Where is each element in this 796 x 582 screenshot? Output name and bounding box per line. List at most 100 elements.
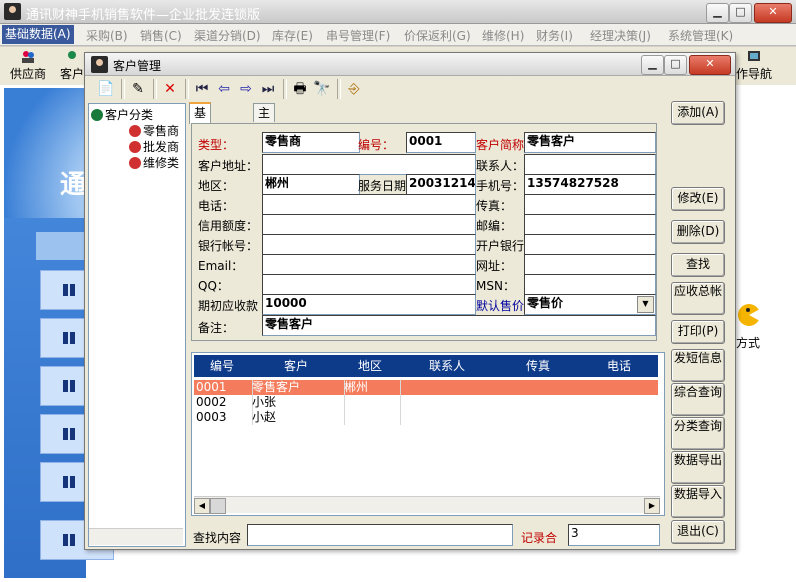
default-price-select[interactable]: 零售价 ▼ bbox=[524, 294, 656, 315]
email-label: Email： bbox=[198, 259, 244, 273]
column-header[interactable]: 传真 bbox=[496, 355, 581, 377]
menu-repair[interactable]: 维修(H) bbox=[482, 27, 524, 44]
mobile-field[interactable]: 13574827528 bbox=[524, 174, 656, 195]
column-header[interactable]: 联系人 bbox=[398, 355, 497, 377]
menu-inventory[interactable]: 库存(E) bbox=[272, 27, 313, 44]
website-field[interactable] bbox=[524, 254, 656, 275]
data-import-button[interactable]: 数据导入 bbox=[671, 485, 725, 518]
dialog-minimize-button[interactable]: ▁ bbox=[641, 55, 664, 75]
category-query-button[interactable]: 分类查询 bbox=[671, 417, 725, 450]
code-field[interactable]: 0001 bbox=[406, 132, 476, 153]
column-header[interactable]: 地区 bbox=[342, 355, 399, 377]
payment-icon[interactable] bbox=[736, 300, 762, 328]
exit-door-icon[interactable]: ⎆ bbox=[345, 80, 363, 98]
menu-channel[interactable]: 渠道分销(D) bbox=[194, 27, 261, 44]
supplier-tool[interactable]: 供应商 bbox=[10, 49, 46, 82]
cell-code: 0002 bbox=[194, 395, 253, 410]
column-header[interactable]: 编号 bbox=[194, 355, 251, 377]
send-sms-button[interactable]: 发短信息 bbox=[671, 349, 725, 382]
dialog-toolbar: 📄 ✎ ✕ ⏮ ⇦ ⇨ ⏭ 🖶 🔭 ⎆ bbox=[87, 77, 733, 101]
new-icon[interactable]: 📄 bbox=[97, 80, 115, 98]
tree-item-wholesale[interactable]: 批发商 bbox=[129, 138, 179, 155]
menu-serial[interactable]: 串号管理(F) bbox=[326, 27, 390, 44]
customer-tool[interactable]: 客户 bbox=[60, 49, 84, 82]
qq-field[interactable] bbox=[262, 274, 476, 295]
msn-field[interactable] bbox=[524, 274, 656, 295]
receivable-ledger-button[interactable]: 应收总帐 bbox=[671, 282, 725, 315]
postcode-field[interactable] bbox=[524, 214, 656, 235]
last-record-icon[interactable]: ⏭ bbox=[259, 80, 277, 98]
chevron-down-icon[interactable]: ▼ bbox=[637, 296, 654, 313]
initial-receivable-field[interactable]: 10000 bbox=[262, 294, 476, 315]
delete-button[interactable]: 删除(D) bbox=[671, 220, 725, 244]
minimize-button[interactable]: ▁ bbox=[706, 3, 729, 23]
msn-label: MSN： bbox=[476, 279, 515, 293]
menu-purchase[interactable]: 采购(B) bbox=[86, 27, 128, 44]
close-button[interactable]: ✕ bbox=[754, 3, 792, 23]
region-field[interactable]: 郴州 bbox=[262, 174, 360, 195]
dialog-maximize-button[interactable]: □ bbox=[664, 55, 687, 75]
credit-label: 信用额度： bbox=[198, 219, 259, 233]
short-name-field[interactable]: 零售客户 bbox=[524, 132, 656, 153]
type-field[interactable]: 零售商 bbox=[262, 132, 360, 153]
tree-item-retail[interactable]: 零售商 bbox=[129, 122, 179, 139]
phone-field[interactable] bbox=[262, 194, 476, 215]
scroll-left-icon[interactable]: ◀ bbox=[194, 498, 210, 514]
next-record-icon[interactable]: ⇨ bbox=[237, 80, 255, 98]
column-header[interactable]: 电话 bbox=[580, 355, 659, 377]
service-date-field[interactable]: 20031214 bbox=[406, 174, 476, 195]
tree-root[interactable]: 客户分类 bbox=[91, 106, 153, 123]
table-row[interactable]: 0002 小张 bbox=[194, 395, 658, 410]
exit-button[interactable]: 退出(C) bbox=[671, 520, 725, 544]
address-field[interactable] bbox=[262, 154, 476, 175]
cell-region bbox=[342, 410, 401, 425]
payment-label: 方式 bbox=[736, 336, 761, 350]
grid-horizontal-scrollbar[interactable]: ◀ ▶ bbox=[194, 496, 660, 514]
print-icon[interactable]: 🖶 bbox=[291, 80, 309, 98]
credit-field[interactable] bbox=[262, 214, 476, 235]
scroll-right-icon[interactable]: ▶ bbox=[644, 498, 660, 514]
combined-query-button[interactable]: 综合查询 bbox=[671, 383, 725, 416]
tab-basic-info[interactable]: 基本资料 bbox=[189, 102, 212, 174]
first-record-icon[interactable]: ⏮ bbox=[193, 80, 211, 98]
menu-finance[interactable]: 财务(I) bbox=[536, 27, 573, 44]
prev-record-icon[interactable]: ⇦ bbox=[215, 80, 233, 98]
find-icon[interactable]: 🔭 bbox=[313, 80, 331, 98]
customer-icon bbox=[68, 51, 76, 59]
table-row[interactable]: 0003 小赵 bbox=[194, 410, 658, 425]
column-header[interactable]: 客户 bbox=[250, 355, 343, 377]
note-field[interactable]: 零售客户 bbox=[262, 315, 656, 336]
open-bank-field[interactable] bbox=[524, 234, 656, 255]
dialog-close-button[interactable]: ✕ bbox=[689, 55, 731, 75]
email-field[interactable] bbox=[262, 254, 476, 275]
data-export-button[interactable]: 数据导出 bbox=[671, 451, 725, 484]
website-label: 网址： bbox=[476, 259, 513, 273]
fax-field[interactable] bbox=[524, 194, 656, 215]
navigation-icon bbox=[748, 51, 760, 61]
menu-manager[interactable]: 经理决策(J) bbox=[590, 27, 651, 44]
scroll-thumb[interactable] bbox=[210, 498, 226, 514]
edit-button[interactable]: 修改(E) bbox=[671, 187, 725, 211]
tab-main-contacts[interactable]: 主要联系人 bbox=[253, 103, 276, 192]
find-button[interactable]: 查找 bbox=[671, 253, 725, 277]
delete-icon[interactable]: ✕ bbox=[161, 80, 179, 98]
contact-field[interactable] bbox=[524, 154, 656, 175]
tree-item-repair[interactable]: 维修类 bbox=[129, 154, 179, 171]
menu-sales[interactable]: 销售(C) bbox=[140, 27, 182, 44]
customer-dialog: 客户管理 ▁ □ ✕ 📄 ✎ ✕ ⏮ ⇦ ⇨ ⏭ 🖶 🔭 ⎆ 客户分类 零售商 … bbox=[84, 52, 736, 550]
add-button[interactable]: 添加(A) bbox=[671, 101, 725, 125]
nav-tool[interactable]: 作导航 bbox=[736, 49, 772, 82]
menu-price-rebate[interactable]: 价保返利(G) bbox=[404, 27, 471, 44]
search-label: 查找内容 bbox=[193, 531, 242, 545]
menu-basic-data[interactable]: 基础数据(A) bbox=[2, 25, 74, 44]
menu-system[interactable]: 系统管理(K) bbox=[668, 27, 733, 44]
bank-account-field[interactable] bbox=[262, 234, 476, 255]
toolbar-separator bbox=[283, 79, 287, 99]
tree-horizontal-scrollbar[interactable] bbox=[89, 528, 183, 545]
cell-name: 小赵 bbox=[250, 410, 345, 425]
maximize-button[interactable]: □ bbox=[729, 3, 752, 23]
print-button[interactable]: 打印(P) bbox=[671, 320, 725, 344]
edit-icon[interactable]: ✎ bbox=[129, 80, 147, 98]
search-input[interactable] bbox=[247, 524, 513, 546]
table-row[interactable]: 0001 零售客户 郴州 bbox=[194, 380, 658, 395]
